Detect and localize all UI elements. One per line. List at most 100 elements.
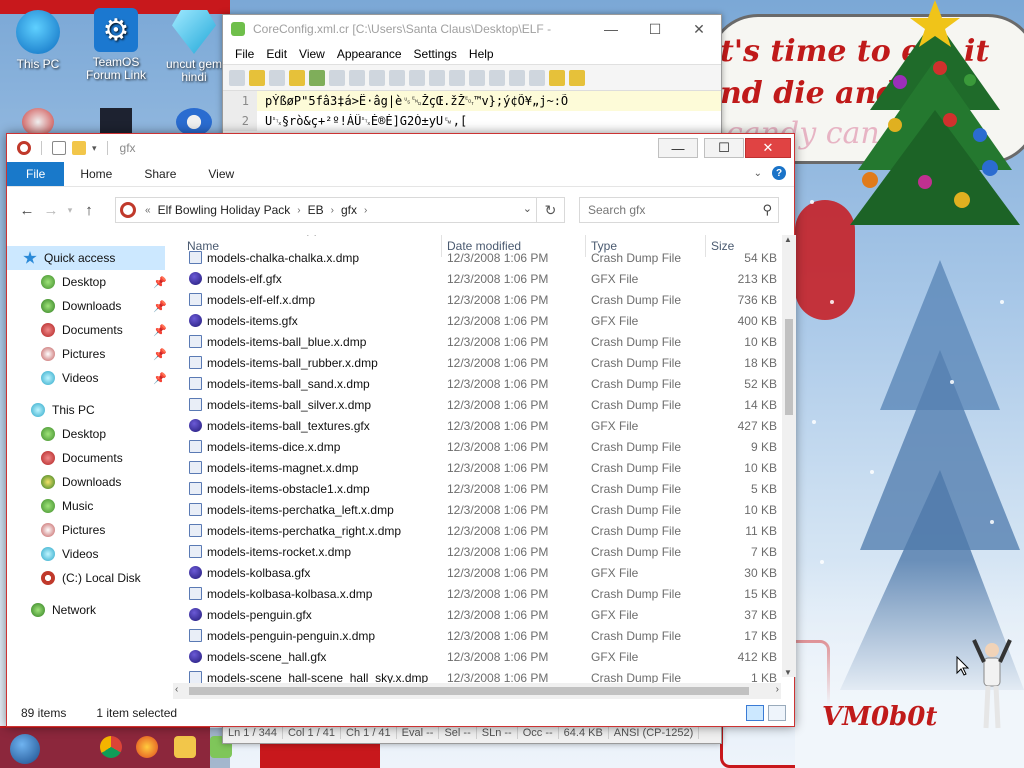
- breadcrumb-overflow-icon[interactable]: «: [142, 205, 154, 216]
- file-row[interactable]: models-items-perchatka_right.x.dmp 12/3/2…: [177, 520, 777, 541]
- search-box[interactable]: ⚲: [579, 197, 779, 223]
- desktop-icon-partial[interactable]: [100, 108, 132, 136]
- word-wrap-icon[interactable]: [489, 69, 505, 86]
- maximize-button[interactable]: ☐: [633, 15, 677, 43]
- minimize-button[interactable]: —: [658, 138, 698, 158]
- find-icon[interactable]: [429, 69, 445, 86]
- search-icon[interactable]: [529, 69, 545, 86]
- nav-qa-pictures[interactable]: Pictures 📌: [41, 342, 173, 366]
- minimize-button[interactable]: —: [589, 15, 633, 43]
- search-icon[interactable]: ⚲: [762, 202, 772, 218]
- nav-pc-pictures[interactable]: Pictures: [41, 518, 173, 542]
- file-row[interactable]: models-items-ball_silver.x.dmp 12/3/2008 …: [177, 394, 777, 415]
- undo-icon[interactable]: [329, 69, 345, 86]
- file-row[interactable]: models-items-ball_sand.x.dmp 12/3/2008 1:…: [177, 373, 777, 394]
- file-row[interactable]: models-items-ball_rubber.x.dmp 12/3/2008 …: [177, 352, 777, 373]
- file-row[interactable]: models-penguin-penguin.x.dmp 12/3/2008 1:…: [177, 625, 777, 646]
- pin-icon[interactable]: 📌: [153, 372, 167, 385]
- chevron-down-icon[interactable]: ▾: [92, 143, 97, 154]
- notepad-editor[interactable]: 1 pÝßøP"5fâ3‡á>Ë·âg|è␟␅ŽçŒ.žŽ␄™v};ý¢Õ¥„j…: [223, 91, 721, 131]
- menu-settings[interactable]: Settings: [408, 47, 463, 61]
- zoom-icon[interactable]: [469, 69, 485, 86]
- nav-this-pc[interactable]: This PC: [31, 398, 173, 422]
- close-button[interactable]: ✕: [745, 138, 791, 158]
- horizontal-scrollbar[interactable]: ‹ ›: [173, 683, 781, 699]
- file-row[interactable]: models-chalka-chalka.x.dmp 12/3/2008 1:06…: [177, 247, 777, 268]
- nav-pc-music[interactable]: Music: [41, 494, 173, 518]
- desktop-icon-teamos[interactable]: ⚙ TeamOS Forum Link: [74, 8, 158, 82]
- expand-ribbon-icon[interactable]: ⌄: [754, 168, 762, 179]
- menu-view[interactable]: View: [293, 47, 331, 61]
- file-row[interactable]: models-items-obstacle1.x.dmp 12/3/2008 1:…: [177, 478, 777, 499]
- open-file-icon[interactable]: [249, 69, 265, 86]
- star-add-icon[interactable]: [569, 69, 585, 86]
- file-row[interactable]: models-items-perchatka_left.x.dmp 12/3/20…: [177, 499, 777, 520]
- nav-qa-documents[interactable]: Documents 📌: [41, 318, 173, 342]
- recent-locations-icon[interactable]: ▾: [63, 198, 77, 222]
- file-row[interactable]: models-kolbasa.gfx 12/3/2008 1:06 PM GFX F…: [177, 562, 777, 583]
- menu-appearance[interactable]: Appearance: [331, 47, 408, 61]
- save-all-icon[interactable]: [289, 69, 305, 86]
- nav-qa-downloads[interactable]: Downloads 📌: [41, 294, 173, 318]
- new-folder-icon[interactable]: [72, 141, 86, 155]
- tab-home[interactable]: Home: [64, 162, 128, 186]
- pin-icon[interactable]: 📌: [153, 300, 167, 313]
- chevron-right-icon[interactable]: ›: [294, 205, 303, 216]
- desktop-icon-partial[interactable]: [176, 108, 212, 136]
- file-row[interactable]: models-penguin.gfx 12/3/2008 1:06 PM GFX F…: [177, 604, 777, 625]
- scroll-down-icon[interactable]: ▼: [784, 668, 792, 677]
- tab-file[interactable]: File: [7, 162, 65, 186]
- file-row[interactable]: models-items-rocket.x.dmp 12/3/2008 1:06 …: [177, 541, 777, 562]
- nav-pc-documents[interactable]: Documents: [41, 446, 173, 470]
- nav-pc-downloads[interactable]: Downloads: [41, 470, 173, 494]
- nav-quick-access[interactable]: Quick access: [7, 246, 165, 270]
- redo-icon[interactable]: [349, 69, 365, 86]
- file-row[interactable]: models-items-ball_textures.gfx 12/3/2008 …: [177, 415, 777, 436]
- file-row[interactable]: models-items-magnet.x.dmp 12/3/2008 1:06 …: [177, 457, 777, 478]
- back-arrow-icon[interactable]: ←: [15, 198, 39, 222]
- file-row[interactable]: models-elf.gfx 12/3/2008 1:06 PM GFX File 2…: [177, 268, 777, 289]
- chevron-right-icon[interactable]: ›: [328, 205, 337, 216]
- desktop-icon-this-pc[interactable]: This PC: [0, 10, 80, 71]
- file-explorer-icon[interactable]: [174, 736, 196, 758]
- star-icon[interactable]: [549, 69, 565, 86]
- properties-icon[interactable]: [52, 141, 66, 155]
- save-icon[interactable]: [269, 69, 285, 86]
- nav-qa-desktop[interactable]: Desktop 📌: [41, 270, 173, 294]
- nav-qa-videos[interactable]: Videos 📌: [41, 366, 173, 390]
- refresh-icon[interactable]: ↻: [537, 197, 565, 223]
- vertical-scrollbar[interactable]: ▲ ▼: [782, 235, 796, 677]
- notepad-titlebar[interactable]: CoreConfig.xml.cr [C:\Users\Santa Claus\…: [223, 15, 721, 43]
- new-file-icon[interactable]: [229, 69, 245, 86]
- desktop-icon-partial[interactable]: [22, 108, 54, 136]
- breadcrumb-item[interactable]: gfx: [337, 203, 361, 217]
- reload-icon[interactable]: [309, 69, 325, 86]
- menu-file[interactable]: File: [229, 47, 260, 61]
- chevron-down-icon[interactable]: ⌄: [523, 202, 532, 215]
- tab-share[interactable]: Share: [128, 162, 192, 186]
- file-row[interactable]: models-items.gfx 12/3/2008 1:06 PM GFX Fil…: [177, 310, 777, 331]
- chevron-right-icon[interactable]: ›: [361, 205, 370, 216]
- up-arrow-icon[interactable]: ↑: [77, 198, 101, 222]
- search-input[interactable]: [588, 203, 758, 217]
- cut-icon[interactable]: [369, 69, 385, 86]
- scroll-up-icon[interactable]: ▲: [784, 235, 792, 244]
- tab-view[interactable]: View: [192, 162, 250, 186]
- nav-pc-desktop[interactable]: Desktop: [41, 422, 173, 446]
- paste-icon[interactable]: [409, 69, 425, 86]
- breadcrumb-item[interactable]: EB: [304, 203, 328, 217]
- scrollbar-thumb[interactable]: [785, 319, 793, 415]
- nav-pc-videos[interactable]: Videos: [41, 542, 173, 566]
- file-row[interactable]: models-kolbasa-kolbasa.x.dmp 12/3/2008 1:…: [177, 583, 777, 604]
- scroll-left-icon[interactable]: ‹: [175, 684, 178, 695]
- help-icon[interactable]: ?: [772, 166, 786, 180]
- nav-network[interactable]: Network: [31, 598, 173, 622]
- scrollbar-thumb[interactable]: [189, 687, 749, 695]
- start-button[interactable]: [10, 734, 40, 764]
- close-button[interactable]: ✕: [677, 15, 721, 43]
- maximize-button[interactable]: ☐: [704, 138, 744, 158]
- menu-edit[interactable]: Edit: [260, 47, 293, 61]
- file-row[interactable]: models-items-ball_blue.x.dmp 12/3/2008 1:…: [177, 331, 777, 352]
- pin-icon[interactable]: 📌: [153, 348, 167, 361]
- file-row[interactable]: models-scene_hall.gfx 12/3/2008 1:06 PM GF…: [177, 646, 777, 667]
